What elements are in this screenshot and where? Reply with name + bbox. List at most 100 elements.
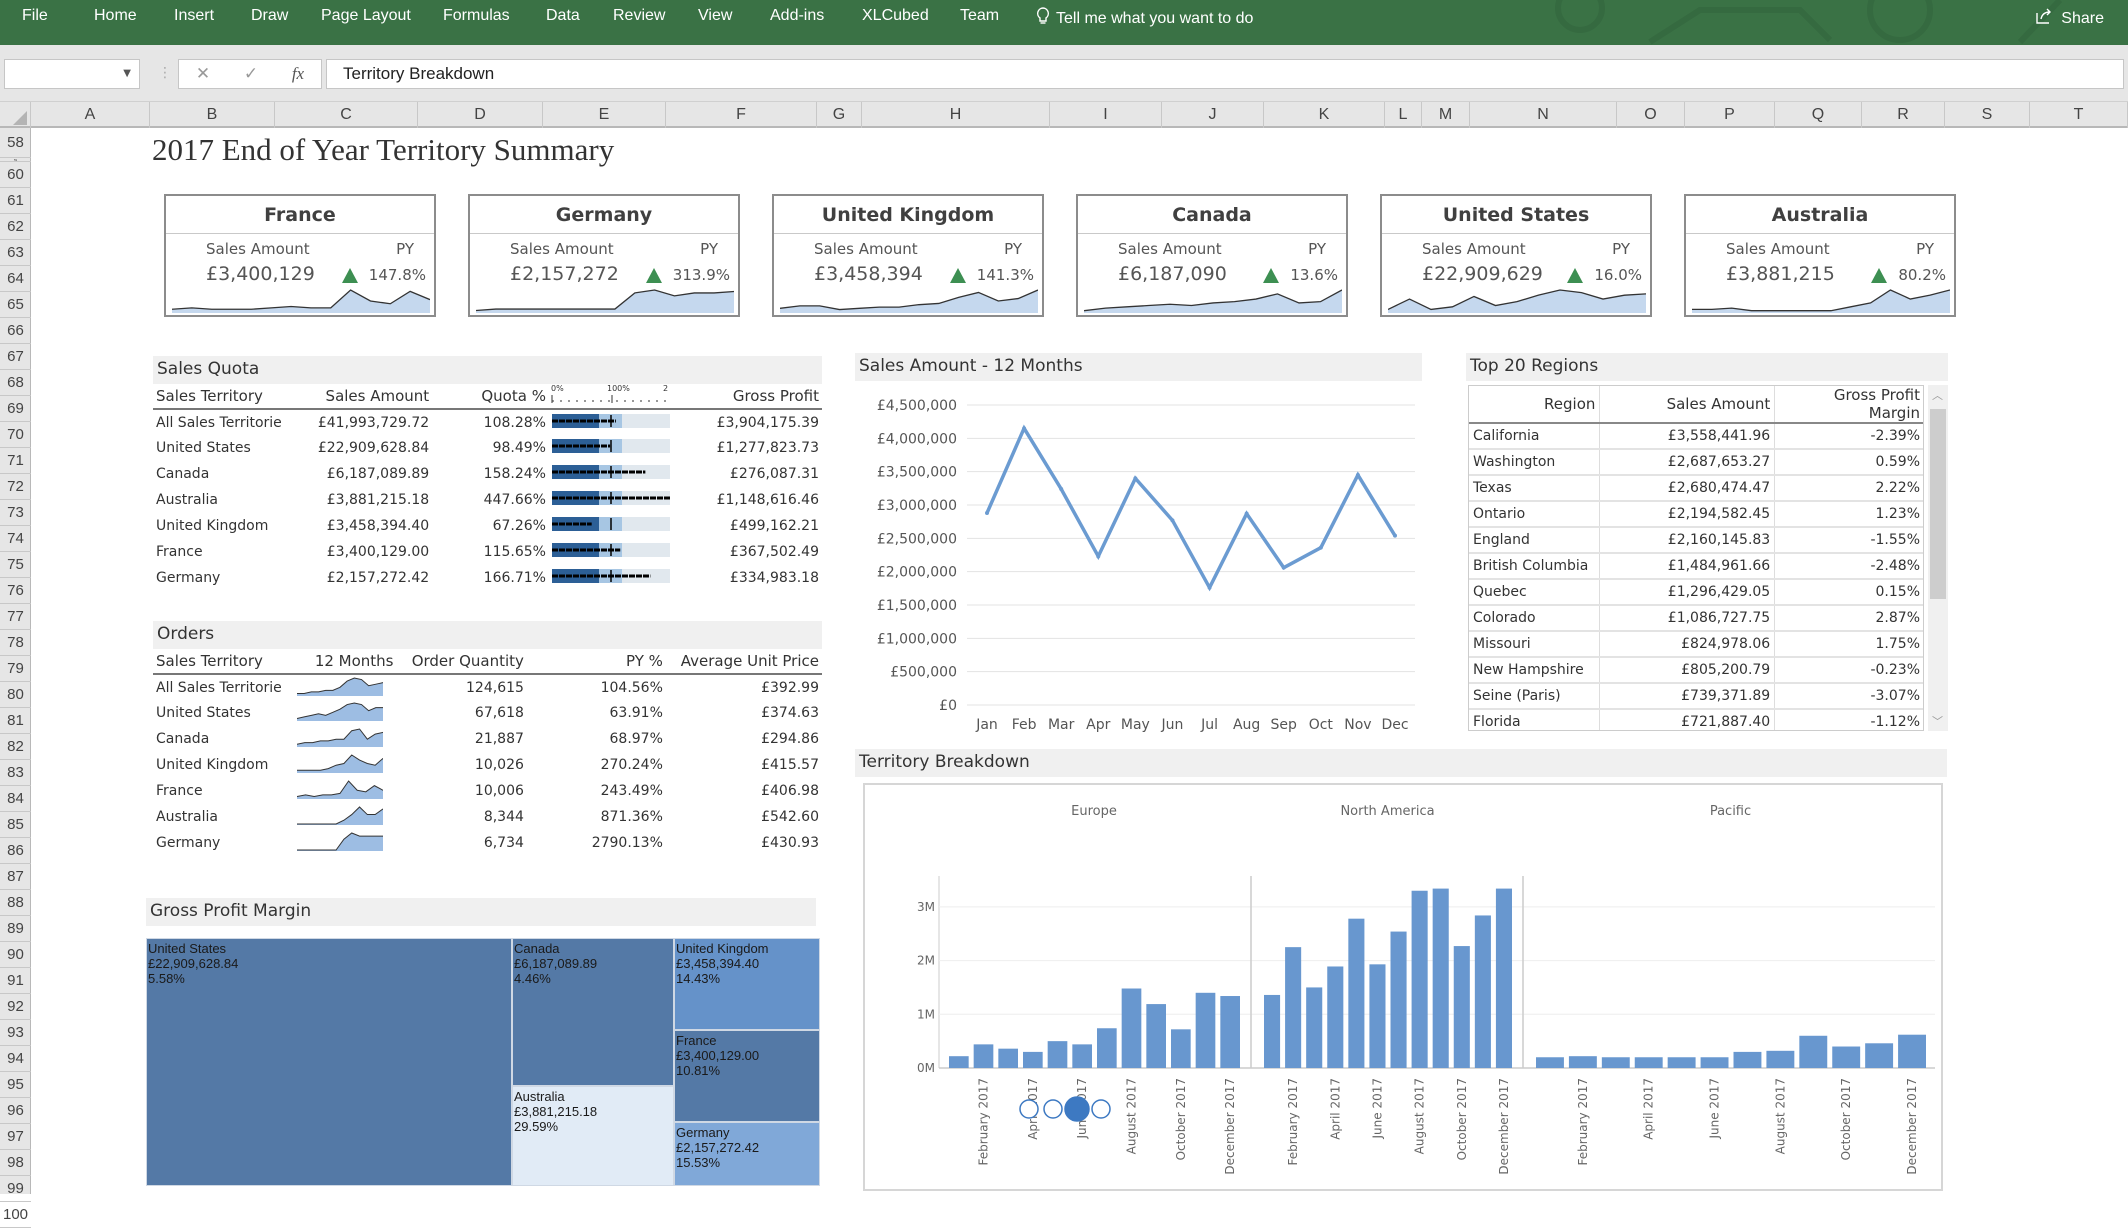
tab-view[interactable]: View — [698, 7, 732, 25]
region-row[interactable]: Washington £2,687,653.27 0.59% — [1469, 449, 1923, 476]
row-header-72[interactable]: 72 — [0, 474, 31, 500]
row-header-84[interactable]: 84 — [0, 786, 31, 812]
tab-draw[interactable]: Draw — [251, 7, 288, 25]
row-header-61[interactable]: 61 — [0, 188, 31, 214]
row-header-81[interactable]: 81 — [0, 708, 31, 734]
tab-add-ins[interactable]: Add-ins — [770, 7, 824, 25]
scroll-up-icon[interactable]: ︿ — [1932, 387, 1943, 403]
row-header-70[interactable]: 70 — [0, 422, 31, 448]
region-row[interactable]: Florida £721,887.40 -1.12% — [1469, 709, 1923, 730]
name-box[interactable]: ▼ — [4, 59, 140, 89]
column-header-B[interactable]: B — [150, 102, 275, 128]
row-header-64[interactable]: 64 — [0, 266, 31, 292]
quota-row[interactable]: Germany £2,157,272.42 166.71% £334,983.18 — [153, 565, 822, 591]
row-header-88[interactable]: 88 — [0, 890, 31, 916]
column-header-K[interactable]: K — [1264, 102, 1385, 128]
name-box-dropdown-icon[interactable]: ▼ — [123, 68, 131, 79]
row-header-86[interactable]: 86 — [0, 838, 31, 864]
kpi-card-france[interactable]: France Sales Amount PY £3,400,129 147.8% — [164, 194, 436, 317]
tab-review[interactable]: Review — [613, 7, 665, 25]
tell-me-search[interactable]: Tell me what you want to do — [1036, 7, 1253, 30]
region-row[interactable]: Missouri £824,978.06 1.75% — [1469, 631, 1923, 658]
row-header-93[interactable]: 93 — [0, 1020, 31, 1046]
row-header-65[interactable]: 65 — [0, 292, 31, 318]
region-row[interactable]: Texas £2,680,474.47 2.22% — [1469, 475, 1923, 502]
top20-scrollbar[interactable]: ︿ ﹀ — [1928, 385, 1948, 731]
quota-row[interactable]: All Sales Territorie £41,993,729.72 108.28… — [153, 409, 822, 435]
tab-formulas[interactable]: Formulas — [443, 7, 510, 25]
tab-team[interactable]: Team — [960, 7, 999, 25]
insert-function-icon[interactable]: fx — [292, 64, 304, 84]
column-header-S[interactable]: S — [1945, 102, 2030, 128]
region-row[interactable]: Ontario £2,194,582.45 1.23% — [1469, 501, 1923, 528]
orders-row[interactable]: United Kingdom 10,026 270.24% £415.57 — [153, 752, 822, 778]
column-header-T[interactable]: T — [2030, 102, 2128, 128]
pager-dot[interactable] — [1019, 1099, 1039, 1119]
row-header-92[interactable]: 92 — [0, 994, 31, 1020]
row-header-97[interactable]: 97 — [0, 1124, 31, 1150]
region-row[interactable]: Seine (Paris) £739,371.89 -3.07% — [1469, 683, 1923, 710]
region-row[interactable]: California £3,558,441.96 -2.39% — [1469, 423, 1923, 450]
enter-icon[interactable]: ✓ — [244, 64, 258, 84]
share-button[interactable]: Share — [2035, 7, 2104, 30]
row-header-95[interactable]: 95 — [0, 1072, 31, 1098]
orders-row[interactable]: Australia 8,344 871.36% £542.60 — [153, 804, 822, 830]
row-header-67[interactable]: 67 — [0, 344, 31, 370]
row-header-96[interactable]: 96 — [0, 1098, 31, 1124]
orders-row[interactable]: Germany 6,734 2790.13% £430.93 — [153, 830, 822, 856]
row-header-75[interactable]: 75 — [0, 552, 31, 578]
row-header-82[interactable]: 82 — [0, 734, 31, 760]
row-header-77[interactable]: 77 — [0, 604, 31, 630]
row-header-73[interactable]: 73 — [0, 500, 31, 526]
row-header-90[interactable]: 90 — [0, 942, 31, 968]
row-header-69[interactable]: 69 — [0, 396, 31, 422]
cancel-icon[interactable]: ✕ — [196, 64, 210, 84]
row-header-78[interactable]: 78 — [0, 630, 31, 656]
column-header-A[interactable]: A — [31, 102, 150, 128]
treemap-tile-australia[interactable]: Australia £3,881,215.18 29.59% — [512, 1086, 674, 1186]
treemap-tile-united-kingdom[interactable]: United Kingdom £3,458,394.40 14.43% — [674, 938, 820, 1030]
tab-xlcubed[interactable]: XLCubed — [862, 7, 929, 25]
kpi-card-canada[interactable]: Canada Sales Amount PY £6,187,090 13.6% — [1076, 194, 1348, 317]
pager-dot-active[interactable] — [1064, 1096, 1090, 1122]
column-header-H[interactable]: H — [862, 102, 1050, 128]
column-header-P[interactable]: P — [1685, 102, 1775, 128]
row-header-100[interactable]: 100 — [0, 1202, 31, 1228]
region-row[interactable]: British Columbia £1,484,961.66 -2.48% — [1469, 553, 1923, 580]
region-row[interactable]: New Hampshire £805,200.79 -0.23% — [1469, 657, 1923, 684]
row-header-60[interactable]: 60 — [0, 162, 31, 188]
row-header-89[interactable]: 89 — [0, 916, 31, 942]
column-header-I[interactable]: I — [1050, 102, 1162, 128]
tab-insert[interactable]: Insert — [174, 7, 214, 25]
row-header-74[interactable]: 74 — [0, 526, 31, 552]
column-header-O[interactable]: O — [1617, 102, 1685, 128]
tab-file[interactable]: File — [22, 7, 48, 25]
row-header-91[interactable]: 91 — [0, 968, 31, 994]
region-row[interactable]: Colorado £1,086,727.75 2.87% — [1469, 605, 1923, 632]
quota-row[interactable]: United Kingdom £3,458,394.40 67.26% £499,16… — [153, 513, 822, 539]
column-header-M[interactable]: M — [1422, 102, 1470, 128]
column-header-G[interactable]: G — [817, 102, 862, 128]
row-header-58[interactable]: 58 — [0, 128, 31, 158]
column-header-L[interactable]: L — [1385, 102, 1422, 128]
row-header-87[interactable]: 87 — [0, 864, 31, 890]
scroll-down-icon[interactable]: ﹀ — [1932, 713, 1943, 729]
orders-row[interactable]: Canada 21,887 68.97% £294.86 — [153, 726, 822, 752]
quota-row[interactable]: Australia £3,881,215.18 447.66% £1,148,616.… — [153, 487, 822, 513]
column-header-D[interactable]: D — [418, 102, 543, 128]
row-header-85[interactable]: 85 — [0, 812, 31, 838]
row-header-76[interactable]: 76 — [0, 578, 31, 604]
orders-row[interactable]: United States 67,618 63.91% £374.63 — [153, 700, 822, 726]
row-header-99[interactable]: 99 — [0, 1176, 31, 1202]
kpi-card-germany[interactable]: Germany Sales Amount PY £2,157,272 313.9% — [468, 194, 740, 317]
row-header-71[interactable]: 71 — [0, 448, 31, 474]
region-row[interactable]: England £2,160,145.83 -1.55% — [1469, 527, 1923, 554]
kpi-card-australia[interactable]: Australia Sales Amount PY £3,881,215 80.2% — [1684, 194, 1956, 317]
select-all-corner[interactable] — [0, 102, 31, 128]
quota-row[interactable]: Canada £6,187,089.89 158.24% £276,087.31 — [153, 461, 822, 487]
orders-row[interactable]: All Sales Territorie 124,615 104.56% £392.9… — [153, 674, 822, 700]
kpi-card-united-kingdom[interactable]: United Kingdom Sales Amount PY £3,458,394 14… — [772, 194, 1044, 317]
column-header-J[interactable]: J — [1162, 102, 1264, 128]
column-header-C[interactable]: C — [275, 102, 418, 128]
treemap-tile-germany[interactable]: Germany £2,157,272.42 15.53% — [674, 1122, 820, 1186]
